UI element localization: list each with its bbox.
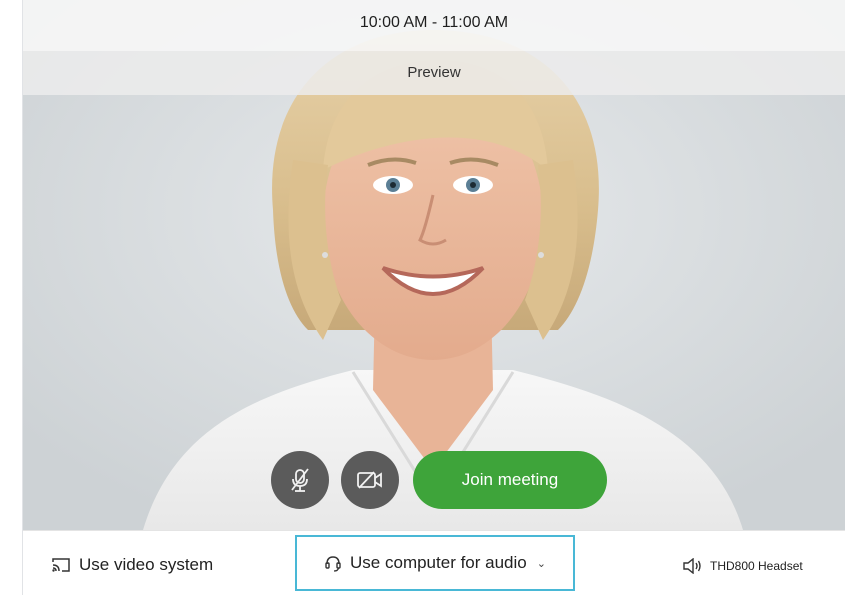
stop-video-button[interactable] (341, 451, 399, 509)
preview-label: Preview (407, 64, 461, 81)
left-panel-edge (0, 0, 23, 595)
audio-connection-label: Use computer for audio (350, 553, 527, 572)
bottom-toolbar: Use video system Use computer for audio … (23, 530, 845, 595)
audio-connection-dropdown[interactable]: Use computer for audio ⌄ (295, 535, 575, 591)
video-preview: 10:00 AM - 11:00 AM Preview (23, 0, 845, 530)
join-meeting-label: Join meeting (461, 470, 559, 489)
speaker-device-selector[interactable]: THD800 Headset (682, 558, 803, 574)
mute-button[interactable] (271, 451, 329, 509)
use-video-system-button[interactable]: Use video system (51, 555, 213, 575)
microphone-muted-icon (291, 468, 309, 492)
use-video-system-label: Use video system (79, 555, 214, 574)
speaker-device-label: THD800 Headset (710, 559, 803, 573)
headset-icon (324, 554, 342, 572)
cast-screen-icon (51, 557, 71, 573)
meeting-time-bar: 10:00 AM - 11:00 AM (23, 0, 845, 51)
chevron-down-icon: ⌄ (536, 557, 546, 570)
meeting-preview-window: 10:00 AM - 11:00 AM Preview Join meeting (0, 0, 845, 595)
preview-bar: Preview (23, 51, 845, 95)
speaker-icon (682, 558, 702, 574)
join-meeting-button[interactable]: Join meeting (413, 451, 607, 509)
video-off-icon (357, 471, 382, 489)
meeting-time-label: 10:00 AM - 11:00 AM (359, 14, 509, 31)
